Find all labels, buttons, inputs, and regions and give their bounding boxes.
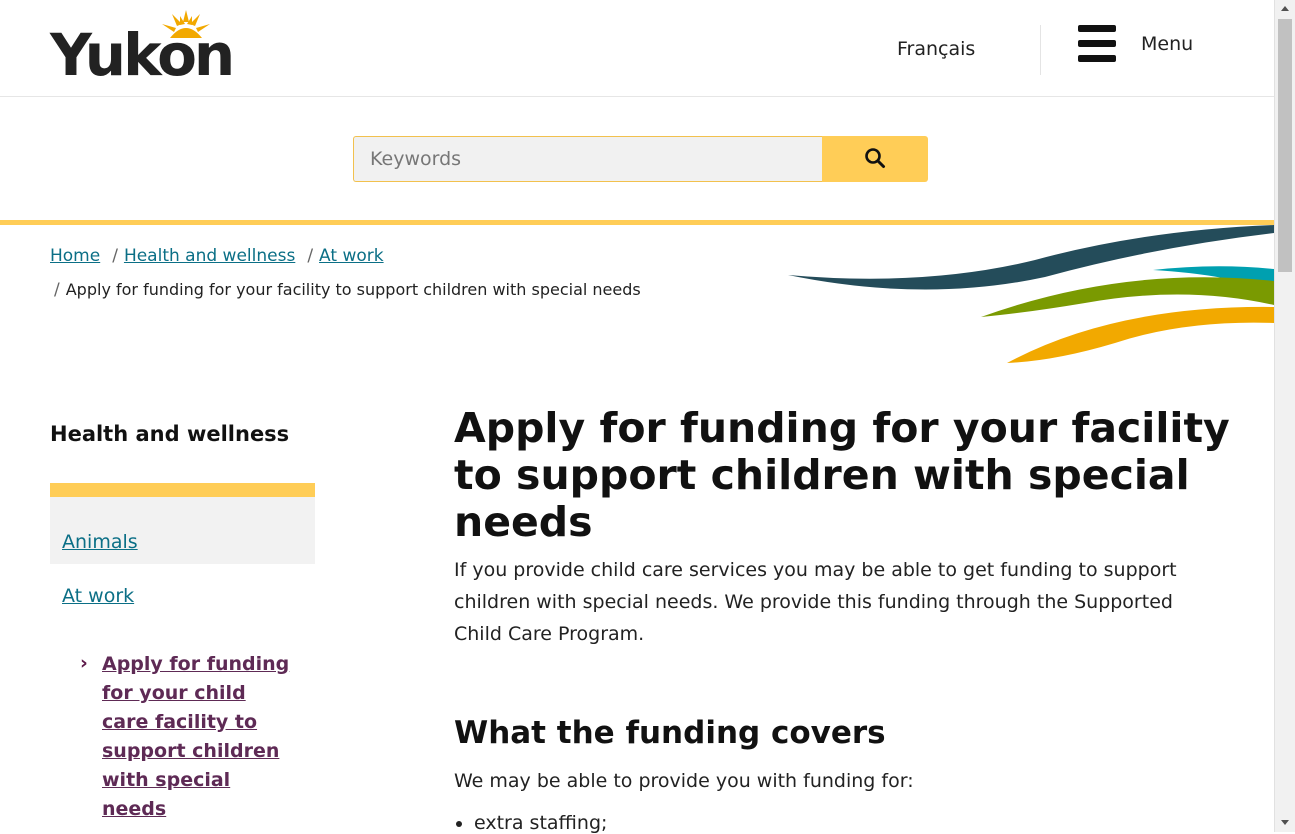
sidebar-title: Health and wellness bbox=[50, 422, 290, 446]
sidebar-subitem-link[interactable]: Apply for funding for your child care fa… bbox=[102, 650, 297, 824]
breadcrumb-home[interactable]: Home bbox=[50, 246, 100, 266]
site-header: Yukon Français Menu bbox=[0, 0, 1274, 97]
logo-wordmark: Yukon bbox=[50, 21, 235, 89]
breadcrumb-separator: / bbox=[307, 246, 314, 266]
sidebar-item-animals-container: Animals bbox=[50, 483, 315, 564]
search-form bbox=[353, 136, 928, 182]
yukon-logo[interactable]: Yukon bbox=[50, 8, 250, 86]
menu-button[interactable]: Menu bbox=[1078, 25, 1218, 65]
decorative-waves bbox=[788, 225, 1274, 363]
search-input[interactable] bbox=[353, 136, 823, 182]
header-divider bbox=[1040, 25, 1041, 75]
hero-banner: Home / Health and wellness / At work / Apply … bbox=[0, 225, 1274, 370]
funding-list: extra staffing; bbox=[454, 812, 607, 834]
scrollbar-thumb[interactable] bbox=[1278, 19, 1292, 272]
search-band bbox=[0, 97, 1274, 225]
breadcrumb-separator: / bbox=[112, 246, 118, 266]
page-title: Apply for funding for your facility to s… bbox=[454, 404, 1230, 546]
breadcrumb-at-work[interactable]: At work bbox=[319, 246, 384, 266]
chevron-right-icon: › bbox=[80, 652, 88, 674]
list-item: extra staffing; bbox=[474, 812, 607, 834]
intro-paragraph: If you provide child care services you m… bbox=[454, 559, 1177, 645]
section-intro: We may be able to provide you with fundi… bbox=[454, 770, 914, 792]
breadcrumb: Home / Health and wellness / At work / Apply … bbox=[50, 240, 780, 307]
search-button[interactable] bbox=[822, 136, 928, 182]
language-toggle-link[interactable]: Français bbox=[897, 38, 975, 60]
search-icon bbox=[865, 147, 885, 168]
scroll-down-arrow-icon[interactable] bbox=[1281, 820, 1289, 825]
breadcrumb-current: Apply for funding for your facility to s… bbox=[65, 280, 641, 299]
sidebar-item-at-work[interactable]: At work bbox=[62, 585, 134, 607]
menu-label: Menu bbox=[1141, 33, 1194, 55]
vertical-scrollbar[interactable] bbox=[1274, 0, 1295, 832]
scroll-up-arrow-icon[interactable] bbox=[1281, 6, 1289, 11]
section-heading: What the funding covers bbox=[454, 715, 886, 751]
hamburger-icon bbox=[1078, 25, 1116, 63]
sidebar-item-animals[interactable]: Animals bbox=[62, 531, 138, 553]
breadcrumb-health-and-wellness[interactable]: Health and wellness bbox=[124, 246, 295, 266]
breadcrumb-separator: / bbox=[54, 280, 60, 300]
